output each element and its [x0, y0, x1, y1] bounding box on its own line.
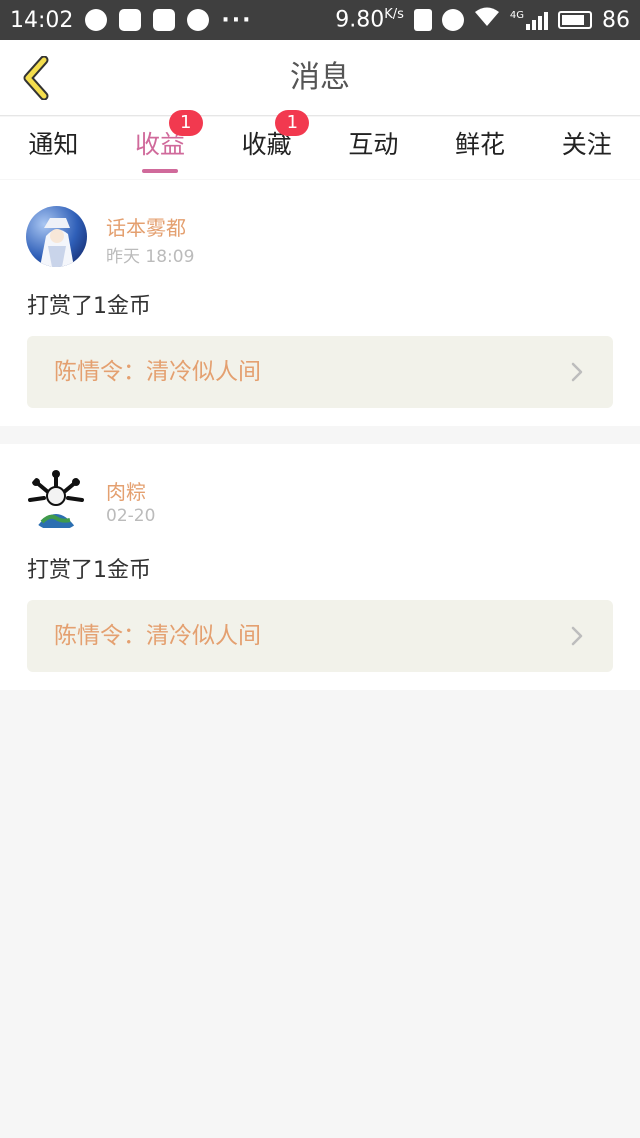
book-title: 陈情令：清冷似人间 [54, 359, 261, 385]
network-speed: 9.80K/s [335, 7, 404, 33]
tab-label: 互动 [348, 130, 399, 159]
tab-label: 鲜花 [455, 130, 506, 159]
wifi-icon [474, 6, 500, 34]
alarm-clock-icon [441, 9, 464, 31]
vibrate-icon [413, 9, 432, 31]
notification-app-icon [119, 9, 142, 31]
app-header: 消息 [0, 40, 640, 116]
message-text: 打赏了1金币 [27, 558, 151, 583]
book-link[interactable]: 陈情令：清冷似人间 [27, 600, 613, 672]
tab-interactions[interactable]: 互动 [320, 117, 427, 179]
tab-earnings[interactable]: 收益 1 [107, 110, 214, 179]
video-play-icon [153, 9, 176, 31]
location-icon [85, 9, 108, 31]
battery-icon [558, 11, 592, 29]
tab-bar: 通知 收益 1 收藏 1 互动 鲜花 关注 [0, 110, 640, 179]
avatar[interactable] [26, 470, 87, 531]
book-link[interactable]: 陈情令：清冷似人间 [27, 336, 613, 408]
page-title: 消息 [290, 60, 350, 95]
tab-flowers[interactable]: 鲜花 [427, 117, 534, 179]
message-card: 话本雾都 昨天 18:09 打赏了1金币 陈情令：清冷似人间 [0, 180, 640, 426]
tab-favorites[interactable]: 收藏 1 [213, 110, 320, 179]
book-title: 陈情令：清冷似人间 [54, 623, 261, 649]
tab-notifications[interactable]: 通知 [0, 117, 107, 179]
message-timestamp: 02-20 [106, 506, 156, 526]
sender-name[interactable]: 肉粽 [106, 476, 146, 505]
chevron-right-icon [571, 362, 583, 382]
tab-label: 通知 [28, 130, 79, 159]
unread-badge: 1 [168, 110, 203, 136]
avatar[interactable] [26, 206, 87, 267]
more-dots-icon: ··· [221, 7, 253, 33]
tab-following[interactable]: 关注 [533, 117, 640, 179]
chevron-right-icon [571, 626, 583, 646]
chat-bubble-icon [187, 9, 210, 31]
message-card: 肉粽 02-20 打赏了1金币 陈情令：清冷似人间 [0, 444, 640, 690]
status-time: 14:02 [10, 7, 74, 33]
message-text: 打赏了1金币 [27, 294, 151, 319]
active-tab-indicator [142, 169, 178, 173]
tab-label: 关注 [561, 130, 612, 159]
message-timestamp: 昨天 18:09 [106, 247, 195, 267]
battery-level: 86 [602, 7, 630, 33]
cellular-signal-icon: 4G [510, 10, 548, 30]
status-bar: 14:02 ··· 9.80K/s 4G 86 [0, 0, 640, 40]
unread-badge: 1 [275, 110, 310, 136]
sender-name[interactable]: 话本雾都 [106, 212, 186, 241]
